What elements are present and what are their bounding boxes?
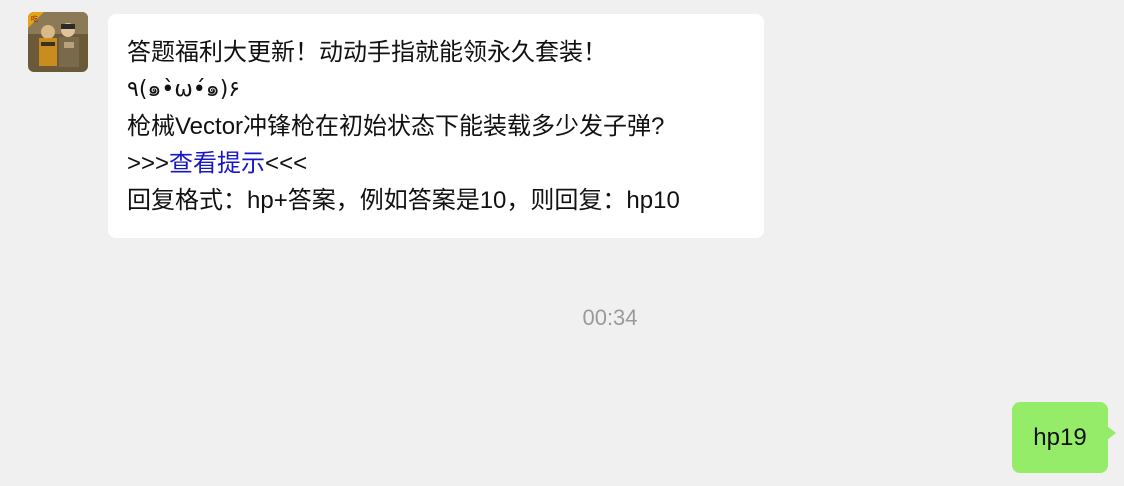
reply-format-line: 回复格式：hp+答案，例如答案是10，则回复：hp10 [127,187,680,214]
chat-window: 吃 答题福利大更新！动动手指就能领永久套装！ ٩(๑•̀ω•́๑)۶ 枪械Vec… [0,0,1124,486]
hint-line: >>>查看提示<<< [127,145,746,182]
view-hint-link[interactable]: 查看提示 [169,150,265,177]
message-timestamp: 00:34 [582,305,638,330]
game-avatar-icon: 吃 [28,12,88,72]
hint-prefix: >>> [127,150,170,177]
incoming-message-bubble[interactable]: 答题福利大更新！动动手指就能领永久套装！ ٩(๑•̀ω•́๑)۶ 枪械Vecto… [108,14,764,238]
message-kaomoji: ٩(๑•̀ω•́๑)۶ [127,77,241,102]
outgoing-message-text: hp19 [1033,424,1087,451]
hint-suffix: <<< [265,150,308,177]
outgoing-message-bubble[interactable]: hp19 [1012,402,1116,473]
svg-text:吃: 吃 [31,14,38,23]
message-question: 枪械Vector冲锋枪在初始状态下能装载多少发子弹? [127,113,665,140]
sender-avatar-icon[interactable]: 吃 [28,12,88,72]
message-line: 答题福利大更新！动动手指就能领永久套装！ [127,39,607,66]
